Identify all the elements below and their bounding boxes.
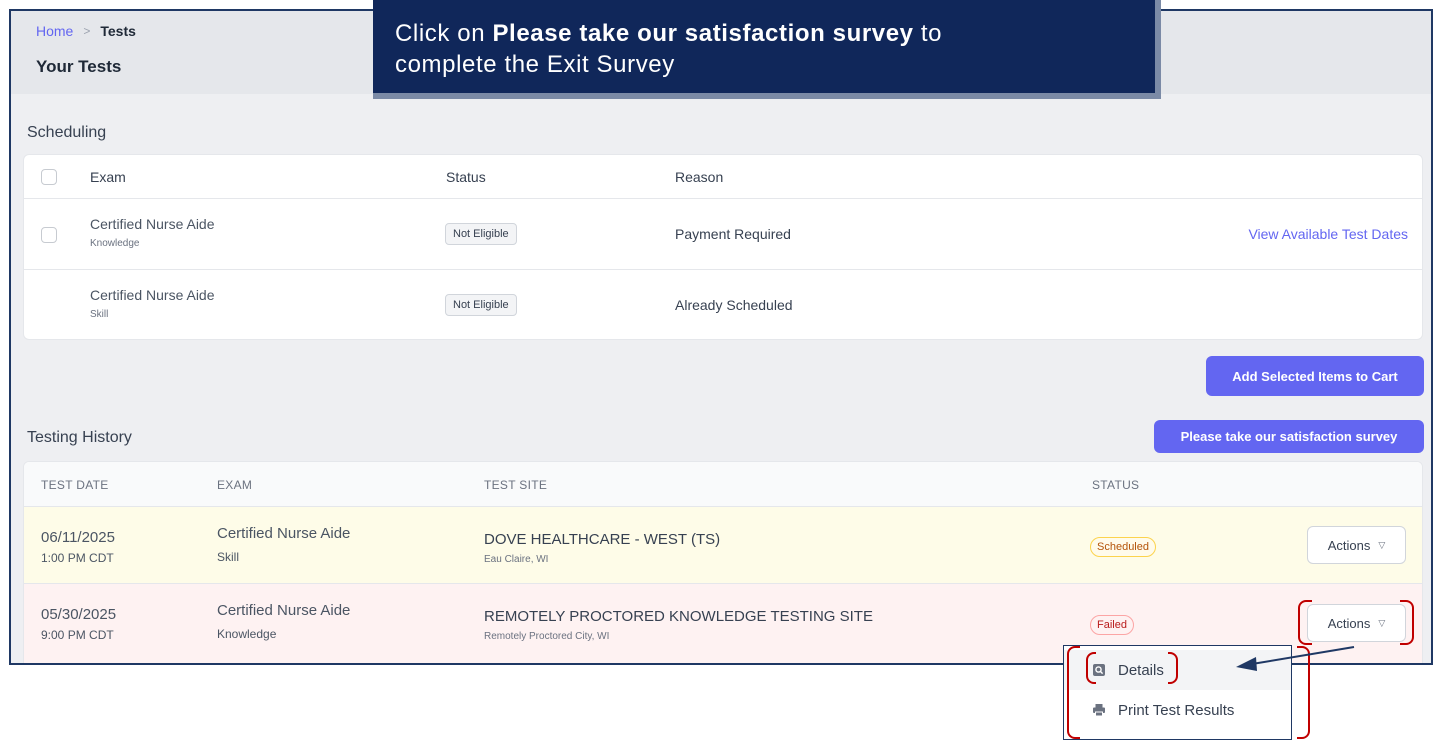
arrow-annotation (1236, 646, 1355, 671)
tutorial-screenshot: Home > Tests Your Tests Scheduling Exam … (0, 0, 1435, 740)
